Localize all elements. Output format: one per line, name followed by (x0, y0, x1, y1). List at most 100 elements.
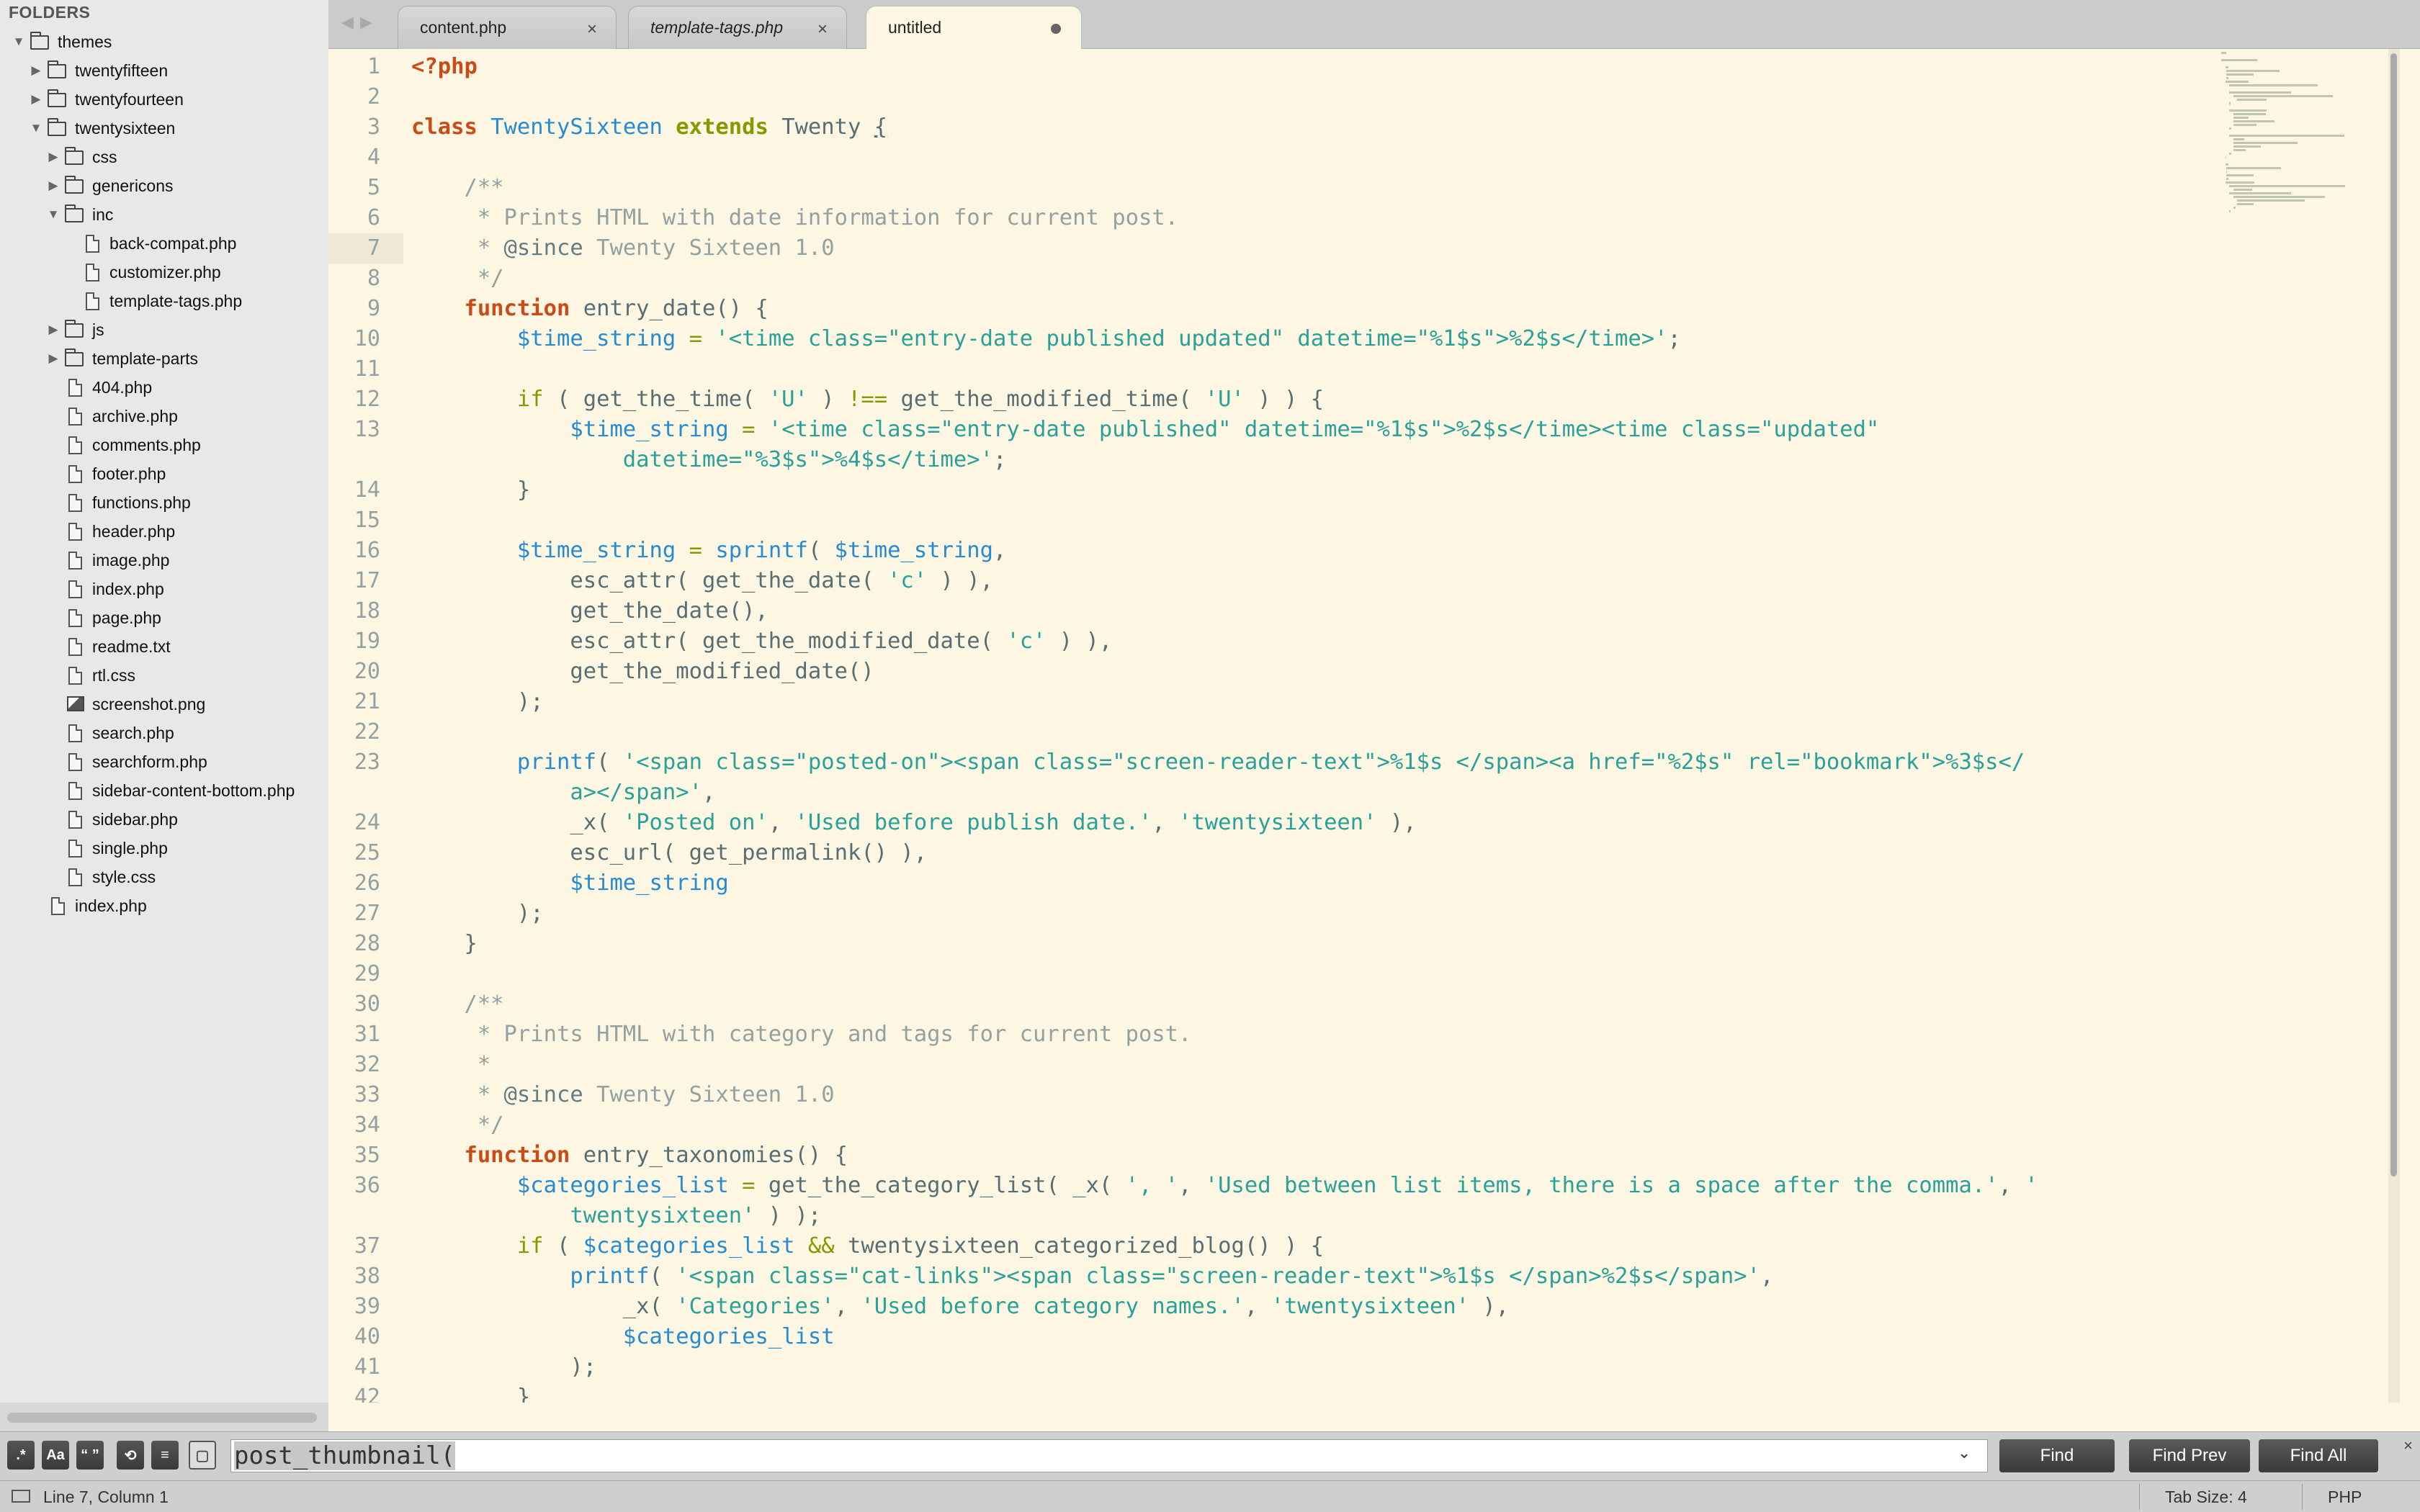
tab-2[interactable]: untitled (866, 6, 1082, 49)
highlight-matches-icon[interactable]: ▢ (189, 1441, 216, 1470)
scrollbar-thumb[interactable] (2390, 53, 2397, 1176)
tree-file[interactable]: index.php (0, 575, 328, 603)
tree-file[interactable]: sidebar-content-bottom.php (0, 776, 328, 805)
tab-left-arrow-icon[interactable]: ◀ (341, 13, 354, 32)
tree-file[interactable]: back-compat.php (0, 229, 328, 258)
close-tab-icon[interactable]: × (817, 19, 828, 40)
code-line[interactable]: if ( $categories_list && twentysixteen_c… (411, 1231, 1324, 1261)
tree-file[interactable]: index.php (0, 891, 328, 920)
find-button[interactable]: Find (1999, 1439, 2115, 1472)
code-line[interactable]: * Prints HTML with date information for … (411, 203, 1178, 233)
tree-file[interactable]: style.css (0, 863, 328, 891)
disclosure-closed-icon[interactable]: ▶ (46, 315, 60, 344)
disclosure-closed-icon[interactable]: ▶ (46, 344, 60, 373)
code-line[interactable]: esc_attr( get_the_modified_date( 'c' ) )… (411, 626, 1112, 657)
code-line[interactable]: $time_string = '<time class="entry-date … (411, 324, 1681, 354)
disclosure-closed-icon[interactable]: ▶ (29, 56, 43, 85)
code-area[interactable]: <?php class TwentySixteen extends Twenty … (411, 49, 2356, 1403)
regex-toggle[interactable]: .* (7, 1441, 35, 1470)
code-editor[interactable]: 1 2 3 4 5 6 7 8 9 10 11 12 13 14 15 16 17 18 19 20 21 22 23 24 2… (328, 49, 2400, 1403)
tree-folder[interactable]: ▶ js (0, 315, 328, 344)
whole-word-toggle[interactable]: “ ” (76, 1441, 104, 1470)
find-prev-button[interactable]: Find Prev (2129, 1439, 2250, 1472)
find-history-chevron-down-icon[interactable]: ⌄ (1958, 1444, 1971, 1462)
code-line[interactable]: function entry_date() { (411, 294, 768, 324)
disclosure-closed-icon[interactable]: ▶ (46, 171, 60, 200)
vertical-scrollbar[interactable] (2388, 49, 2400, 1403)
code-line[interactable]: get_the_modified_date() (411, 657, 874, 687)
code-line[interactable]: $time_string (411, 868, 728, 899)
code-line[interactable]: } (411, 929, 477, 959)
code-line[interactable]: <?php (411, 52, 478, 82)
tree-file[interactable]: sidebar.php (0, 805, 328, 834)
code-line[interactable]: _x( 'Categories', 'Used before category … (411, 1292, 1509, 1322)
code-line[interactable]: /** (411, 989, 503, 1020)
code-line[interactable]: * @since Twenty Sixteen 1.0 (411, 233, 835, 264)
tree-file[interactable]: single.php (0, 834, 328, 863)
close-tab-icon[interactable]: × (587, 19, 597, 40)
find-all-button[interactable]: Find All (2259, 1439, 2378, 1472)
tree-file[interactable]: search.php (0, 719, 328, 747)
case-sensitive-toggle[interactable]: Aa (42, 1441, 69, 1470)
disclosure-closed-icon[interactable]: ▶ (29, 85, 43, 114)
code-line[interactable]: $categories_list (411, 1322, 835, 1352)
code-line[interactable]: $categories_list = get_the_category_list… (411, 1171, 2038, 1201)
tab-size-selector[interactable]: Tab Size: 4 (2165, 1488, 2247, 1507)
tree-file[interactable]: footer.php (0, 459, 328, 488)
code-line[interactable]: * Prints HTML with category and tags for… (411, 1020, 1192, 1050)
code-line[interactable]: ); (411, 687, 544, 717)
code-line-wrap[interactable]: a></span>', (411, 778, 715, 808)
code-line[interactable]: * @since Twenty Sixteen 1.0 (411, 1080, 835, 1110)
code-line[interactable]: get_the_date(), (411, 596, 768, 626)
tree-file[interactable]: image.php (0, 546, 328, 575)
tree-folder[interactable]: ▶ css (0, 143, 328, 171)
tree-folder[interactable]: ▶ twentyfourteen (0, 85, 328, 114)
code-line[interactable]: _x( 'Posted on', 'Used before publish da… (411, 808, 1416, 838)
code-line[interactable]: esc_url( get_permalink() ), (411, 838, 927, 868)
tree-folder[interactable]: ▶ template-parts (0, 344, 328, 373)
code-line-wrap[interactable]: twentysixteen' ) ); (411, 1201, 821, 1231)
tree-folder[interactable]: ▶ genericons (0, 171, 328, 200)
tree-folder[interactable]: ▼ themes (0, 27, 328, 56)
tree-file[interactable]: header.php (0, 517, 328, 546)
tab-0[interactable]: content.php × (398, 6, 617, 49)
tab-right-arrow-icon[interactable]: ▶ (360, 13, 372, 32)
unsaved-dot-icon[interactable] (1051, 24, 1061, 34)
disclosure-closed-icon[interactable]: ▶ (46, 143, 60, 171)
disclosure-open-icon[interactable]: ▼ (12, 27, 26, 56)
panel-toggle-icon[interactable] (12, 1490, 30, 1503)
code-line[interactable]: class TwentySixteen extends Twenty { (411, 112, 887, 143)
tree-file[interactable]: functions.php (0, 488, 328, 517)
code-line[interactable]: * (411, 1050, 490, 1080)
code-line[interactable]: /** (411, 173, 503, 203)
minimap[interactable] (2214, 52, 2394, 268)
tree-file[interactable]: template-tags.php (0, 287, 328, 315)
tab-1[interactable]: template-tags.php × (628, 6, 847, 49)
code-line[interactable]: ); (411, 899, 544, 929)
disclosure-open-icon[interactable]: ▼ (46, 200, 60, 229)
disclosure-open-icon[interactable]: ▼ (29, 114, 43, 143)
code-line[interactable]: } (411, 1382, 530, 1403)
code-line[interactable]: if ( get_the_time( 'U' ) !== get_the_mod… (411, 384, 1324, 415)
tree-folder[interactable]: ▼ inc (0, 200, 328, 229)
code-line[interactable]: $time_string = '<time class="entry-date … (411, 415, 1879, 445)
tree-file[interactable]: page.php (0, 603, 328, 632)
code-line-wrap[interactable]: datetime="%3$s">%4$s</time>'; (411, 445, 1007, 475)
code-line[interactable]: ); (411, 1352, 596, 1382)
tree-folder[interactable]: ▼ twentysixteen (0, 114, 328, 143)
tree-file[interactable]: 404.php (0, 373, 328, 402)
code-line[interactable]: } (411, 475, 530, 505)
code-line[interactable]: printf( '<span class="posted-on"><span c… (411, 747, 2025, 778)
tree-folder[interactable]: ▶ twentyfifteen (0, 56, 328, 85)
find-input[interactable]: post_thumbnail( (230, 1439, 1988, 1472)
code-line[interactable]: */ (411, 1110, 504, 1140)
code-line[interactable]: */ (411, 264, 504, 294)
code-line[interactable]: function entry_taxonomies() { (411, 1140, 848, 1171)
code-line[interactable]: esc_attr( get_the_date( 'c' ) ), (411, 566, 993, 596)
tree-file[interactable]: readme.txt (0, 632, 328, 661)
tree-file[interactable]: archive.php (0, 402, 328, 431)
tree-file[interactable]: comments.php (0, 431, 328, 459)
tree-file[interactable]: searchform.php (0, 747, 328, 776)
syntax-selector[interactable]: PHP (2328, 1488, 2362, 1507)
wrap-icon[interactable]: ⟲ (117, 1441, 144, 1470)
